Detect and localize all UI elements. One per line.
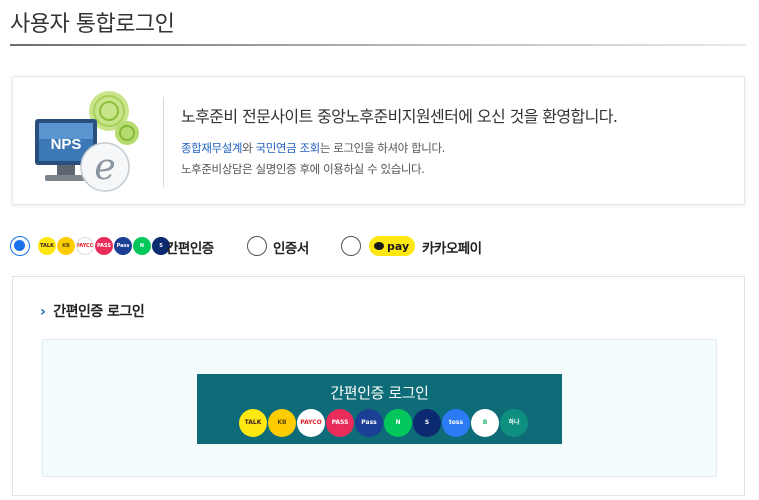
radio-simple-auth[interactable] xyxy=(10,236,30,256)
label-simple-auth[interactable]: 간편인증 xyxy=(166,237,214,257)
radio-certificate[interactable] xyxy=(247,236,267,256)
kakao-bubble-icon xyxy=(374,242,384,250)
notice-highlight-pension: 국민연금 조회 xyxy=(255,141,321,155)
kakao-talk-icon: TALK xyxy=(38,237,56,255)
banksalad-icon: B xyxy=(471,409,499,437)
kb-icon: KB xyxy=(268,409,296,437)
svg-text:NPS: NPS xyxy=(51,136,82,153)
notice-text: 는 로그인을 하셔야 합니다. xyxy=(319,141,445,155)
welcome-counsel-notice: 노후준비상담은 실명인증 후에 이용하실 수 있습니다. xyxy=(181,162,425,176)
toss-icon: toss xyxy=(442,409,470,437)
radio-kakaopay[interactable] xyxy=(341,236,361,256)
kakao-talk-icon: TALK xyxy=(239,409,267,437)
label-certificate[interactable]: 인증서 xyxy=(273,237,309,257)
notice-highlight-finance: 종합재무설계 xyxy=(181,141,243,155)
shinhan-icon: S xyxy=(413,409,441,437)
page-title: 사용자 통합로그인 xyxy=(10,12,175,37)
welcome-box: NPS e 노후준비 전문사이트 중앙노후준비지원센터에 오신 것을 환영합니다… xyxy=(12,76,745,205)
easy-auth-button-icons: TALK KB PAYCO PASS Pass N Stoss B 하나 xyxy=(239,409,528,437)
pass-icon: PASS xyxy=(95,237,113,255)
naver-icon: N xyxy=(133,237,151,255)
easy-auth-area: 간편인증 로그인 TALK KB PAYCO PASS Pass N Stoss B 하나 xyxy=(42,339,717,477)
kakaopay-badge: pay xyxy=(369,236,415,256)
hana-icon: 하나 xyxy=(500,409,528,437)
naver-icon: N xyxy=(384,409,412,437)
notice-text: 와 xyxy=(242,141,256,155)
welcome-login-notice: 종합재무설계와 국민연금 조회는 로그인을 하셔야 합니다. xyxy=(181,140,445,156)
easy-auth-login-button-label: 간편인증 로그인 xyxy=(330,384,429,402)
simple-auth-provider-icons: TALK KB PAYCO PASS Pass N S xyxy=(38,237,170,255)
pass-icon: PASS xyxy=(326,409,354,437)
samsung-pass-icon: Pass xyxy=(114,237,132,255)
auth-method-row: TALK KB PAYCO PASS Pass N S 간편인증 인증서 pay 카카오페이 xyxy=(10,234,750,258)
section-heading: › 간편인증 로그인 xyxy=(40,301,145,321)
svg-text:e: e xyxy=(94,147,115,188)
section-heading-text: 간편인증 로그인 xyxy=(53,304,145,320)
login-panel: › 간편인증 로그인 간편인증 로그인 TALK KB PAYCO PASS Pass N S… xyxy=(12,276,745,496)
easy-auth-login-button[interactable]: 간편인증 로그인 TALK KB PAYCO PASS Pass N Stoss B 하나 xyxy=(197,374,562,444)
payco-icon: PAYCO xyxy=(297,409,325,437)
samsung-pass-icon: Pass xyxy=(355,409,383,437)
chevron-right-icon: › xyxy=(40,304,46,320)
kakaopay-badge-text: pay xyxy=(387,239,410,253)
welcome-title: 노후준비 전문사이트 중앙노후준비지원센터에 오신 것을 환영합니다. xyxy=(181,107,618,126)
payco-icon: PAYCO xyxy=(76,237,94,255)
nps-logo: NPS e xyxy=(31,89,143,197)
title-divider xyxy=(10,44,746,46)
label-kakaopay[interactable]: 카카오페이 xyxy=(422,237,482,257)
welcome-divider xyxy=(163,97,164,187)
kb-icon: KB xyxy=(57,237,75,255)
